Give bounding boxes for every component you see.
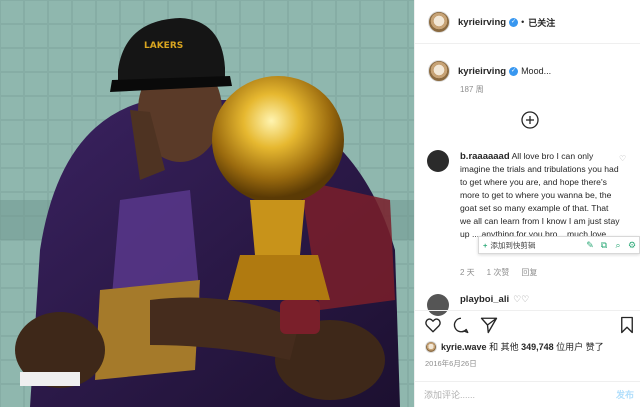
verified-badge-icon: ✓: [509, 66, 519, 76]
comment-icon[interactable]: [452, 316, 470, 334]
comment-age: 2 天: [460, 268, 475, 277]
add-comment-bar: 添加评论...... 发布: [414, 381, 640, 407]
separator-dot: •: [521, 17, 525, 27]
likes-prefix: 和 其他: [489, 342, 519, 352]
comment-meta: 2 天 1 次赞 回复: [460, 267, 537, 278]
add-to-clip-button[interactable]: 添加到快剪辑: [490, 240, 535, 251]
commenter-avatar[interactable]: [427, 150, 449, 172]
settings-icon[interactable]: ⚙: [625, 240, 639, 251]
caption-age: 187 周: [460, 85, 484, 94]
actions-divider: [414, 310, 640, 311]
liker-avatar[interactable]: [425, 340, 437, 353]
header-username[interactable]: kyrieirving: [458, 17, 506, 28]
comment-text: All love bro I can only imagine the tria…: [460, 151, 620, 239]
load-more-comments-button[interactable]: [521, 111, 539, 129]
plus-circle-icon: [521, 111, 539, 129]
post-date: 2016年6月26日: [425, 359, 477, 368]
caption: kyrieirving ✓ Mood...: [428, 60, 551, 82]
comment-username[interactable]: b.raaaaaad: [460, 151, 510, 162]
follow-status-button[interactable]: 已关注: [528, 16, 555, 29]
avatar[interactable]: [428, 11, 450, 33]
comment2-item: playboi_ali ♡♡: [460, 294, 529, 305]
photo-illustration: LAKERS: [0, 0, 414, 407]
reply-button[interactable]: 回复: [521, 267, 537, 278]
likes-suffix: 位用户 赞了: [556, 342, 604, 352]
post-header: kyrieirving ✓ • 已关注: [428, 11, 555, 33]
share-icon[interactable]: [480, 316, 498, 334]
action-bar: [424, 316, 636, 334]
verified-badge-icon: ✓: [509, 17, 519, 27]
search-icon[interactable]: ⌕: [611, 240, 625, 251]
caption-text: Mood...: [521, 66, 552, 76]
edit-icon[interactable]: ✎: [583, 240, 597, 251]
heart-icon[interactable]: [424, 316, 442, 334]
caption-avatar[interactable]: [428, 60, 450, 82]
likes-summary: kyrie.wave 和 其他 349,748 位用户 赞了: [425, 340, 604, 353]
comment-likes[interactable]: 1 次赞: [487, 267, 510, 278]
comment-input[interactable]: 添加评论......: [424, 388, 616, 401]
post-button[interactable]: 发布: [616, 388, 634, 401]
comment2-username[interactable]: playboi_ali: [460, 294, 509, 305]
header-divider: [414, 43, 640, 44]
comment-like-icon[interactable]: ♡: [619, 154, 626, 163]
likes-count[interactable]: 349,748: [521, 342, 554, 352]
plus-icon: +: [483, 240, 488, 250]
bookmark-icon[interactable]: [618, 316, 636, 334]
clip-toolbar: + 添加到快剪辑 ✎ ⧉ ⌕ ⚙: [478, 236, 640, 254]
caption-username[interactable]: kyrieirving: [458, 66, 506, 77]
svg-text:LAKERS: LAKERS: [144, 41, 183, 51]
post-photo[interactable]: LAKERS: [0, 0, 414, 407]
liker-username[interactable]: kyrie.wave: [441, 342, 487, 352]
commenter2-avatar[interactable]: [427, 294, 449, 316]
copy-icon[interactable]: ⧉: [597, 240, 611, 251]
heart-emoji-icon: ♡♡: [513, 294, 530, 304]
